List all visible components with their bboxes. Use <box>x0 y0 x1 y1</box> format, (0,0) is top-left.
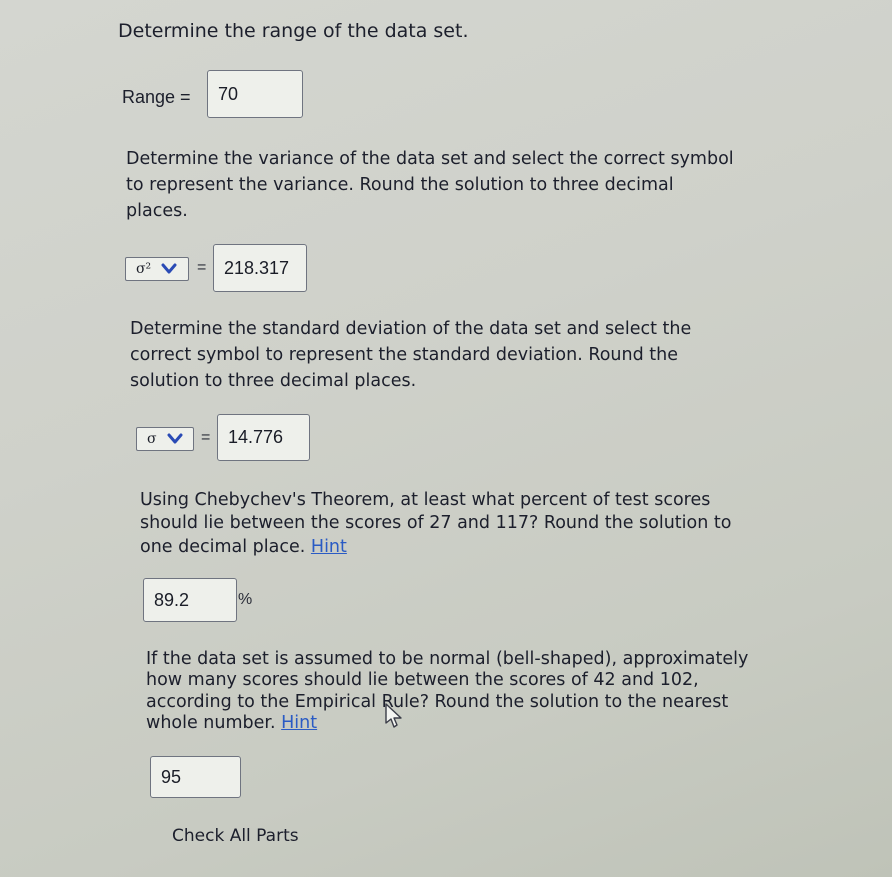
chebyshev-value: 89.2 <box>154 589 190 610</box>
range-label: Range = <box>122 87 191 107</box>
variance-equals: = <box>197 259 207 276</box>
variance-value: 218.317 <box>224 257 290 278</box>
std-dev-question-line-1: Determine the standard deviation of the … <box>130 319 692 339</box>
chebyshev-input[interactable]: 89.2 <box>143 578 237 622</box>
chebyshev-question-text: one decimal place. <box>140 537 306 557</box>
variance-question-line-1: Determine the variance of the data set a… <box>126 149 734 169</box>
std-dev-value: 14.776 <box>228 427 284 447</box>
empirical-question-line-4: whole number. Hint <box>146 710 317 736</box>
std-dev-equals: = <box>201 429 211 446</box>
percent-unit: % <box>238 591 253 608</box>
variance-symbol-select[interactable]: σ² <box>125 257 189 281</box>
chevron-down-icon <box>161 263 177 274</box>
variance-symbol: σ² <box>136 261 152 277</box>
empirical-value: 95 <box>161 766 182 787</box>
range-input[interactable]: 70 <box>207 70 303 118</box>
std-dev-question-line-2: correct symbol to represent the standard… <box>130 345 678 365</box>
std-dev-input[interactable]: 14.776 <box>217 414 310 461</box>
chebyshev-hint-link[interactable]: Hint <box>311 537 347 557</box>
empirical-question-text: whole number. <box>146 713 276 733</box>
range-value: 70 <box>218 83 239 104</box>
std-dev-symbol: σ <box>147 431 157 447</box>
mouse-pointer-icon <box>385 703 402 728</box>
std-dev-question-line-3: solution to three decimal places. <box>130 371 417 391</box>
check-all-parts-button[interactable]: Check All Parts <box>172 826 299 846</box>
empirical-input[interactable]: 95 <box>150 756 241 798</box>
range-question: Determine the range of the data set. <box>118 20 469 42</box>
variance-question-line-3: places. <box>126 201 188 221</box>
chebyshev-question-line-2: should lie between the scores of 27 and … <box>140 513 732 533</box>
chebyshev-question-line-3: one decimal place. Hint <box>140 534 347 560</box>
homework-page: Determine the range of the data set. Ran… <box>0 0 892 877</box>
chevron-down-icon <box>167 433 183 444</box>
std-dev-symbol-select[interactable]: σ <box>136 427 194 451</box>
variance-question-line-2: to represent the variance. Round the sol… <box>126 175 674 195</box>
variance-input[interactable]: 218.317 <box>213 244 307 292</box>
empirical-hint-link[interactable]: Hint <box>281 713 317 733</box>
